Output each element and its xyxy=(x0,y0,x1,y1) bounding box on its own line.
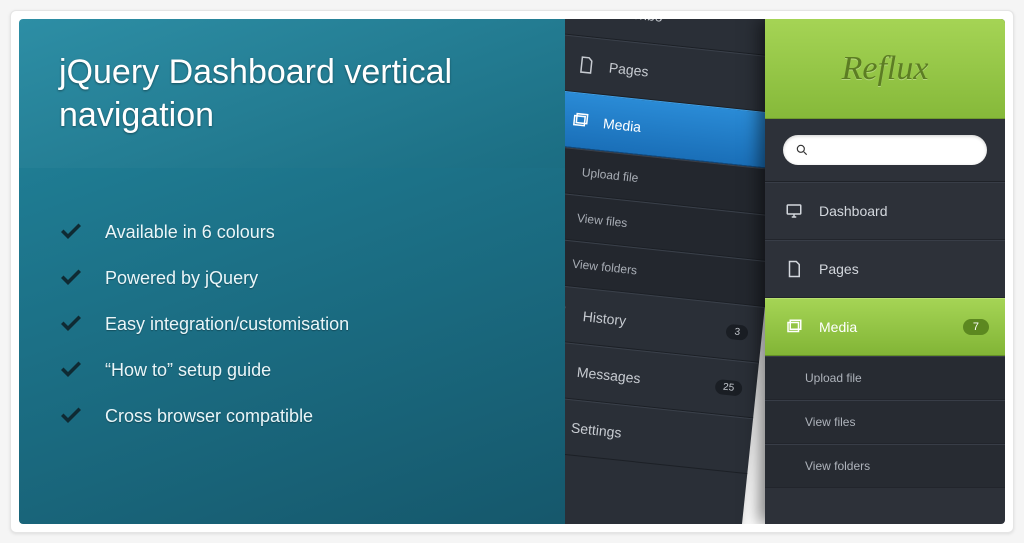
check-icon xyxy=(59,312,83,336)
feature-label: Easy integration/customisation xyxy=(105,314,349,335)
brand-name: Reflux xyxy=(842,50,929,88)
check-icon xyxy=(59,220,83,244)
nav-label: View files xyxy=(576,211,628,230)
nav-label: Messages xyxy=(576,364,641,387)
nav-label: Upload file xyxy=(805,371,862,385)
mockup-panel: Dashbo Pages Media Upload file View file… xyxy=(565,19,1005,524)
promo-frame: jQuery Dashboard vertical navigation Ava… xyxy=(10,10,1014,533)
nav-item-pages[interactable]: Pages xyxy=(765,240,1005,298)
nav-label: Dashbo xyxy=(614,19,664,25)
nav-label: View folders xyxy=(572,257,638,278)
feature-label: Available in 6 colours xyxy=(105,222,275,243)
check-icon xyxy=(59,358,83,382)
nav-label: Media xyxy=(602,115,642,135)
feature-label: Cross browser compatible xyxy=(105,406,313,427)
document-icon xyxy=(576,55,596,75)
feature-item: Cross browser compatible xyxy=(59,404,589,428)
green-nav-preview: Reflux Dashboard Pages Media 7 Upl xyxy=(765,19,1005,524)
nav-label: Media xyxy=(819,319,857,335)
feature-item: Powered by jQuery xyxy=(59,266,589,290)
search-input[interactable] xyxy=(783,135,987,165)
count-badge: 25 xyxy=(714,379,743,397)
promo-image: jQuery Dashboard vertical navigation Ava… xyxy=(19,19,1005,524)
nav-label: View folders xyxy=(805,459,870,473)
pages-icon xyxy=(565,304,570,324)
nav-subitem-viewfiles[interactable]: View files xyxy=(765,400,1005,444)
brand-header: Reflux xyxy=(765,19,1005,119)
banner-title: jQuery Dashboard vertical navigation xyxy=(59,51,589,136)
banner-header: jQuery Dashboard vertical navigation xyxy=(19,19,629,168)
nav-item-dashboard[interactable]: Dashboard xyxy=(765,182,1005,240)
search-icon xyxy=(795,143,809,157)
document-icon xyxy=(785,260,803,278)
nav-label: Settings xyxy=(570,420,622,441)
count-badge: 3 xyxy=(726,324,749,341)
nav-subitem-upload[interactable]: Upload file xyxy=(765,356,1005,400)
check-icon xyxy=(59,266,83,290)
feature-label: Powered by jQuery xyxy=(105,268,258,289)
features-list: Available in 6 colours Powered by jQuery… xyxy=(19,168,629,524)
search-row xyxy=(765,119,1005,182)
feature-item: Easy integration/customisation xyxy=(59,312,589,336)
monitor-icon xyxy=(785,202,803,220)
photos-icon xyxy=(785,318,803,336)
feature-item: Available in 6 colours xyxy=(59,220,589,244)
nav-label: Upload file xyxy=(581,165,639,185)
photos-icon xyxy=(570,111,590,131)
nav-label: Pages xyxy=(608,59,649,79)
left-banner: jQuery Dashboard vertical navigation Ava… xyxy=(19,19,629,524)
feature-label: “How to” setup guide xyxy=(105,360,271,381)
nav-item-media[interactable]: Media 7 xyxy=(765,298,1005,356)
nav-label: Pages xyxy=(819,261,859,277)
nav-label: Dashboard xyxy=(819,203,888,219)
count-badge: 7 xyxy=(963,319,989,335)
check-icon xyxy=(59,404,83,428)
feature-item: “How to” setup guide xyxy=(59,358,589,382)
nav-label: View files xyxy=(805,415,855,429)
nav-subitem-viewfolders[interactable]: View folders xyxy=(765,444,1005,488)
dark-nav-preview: Dashbo Pages Media Upload file View file… xyxy=(565,19,797,524)
nav-label: History xyxy=(582,308,627,328)
